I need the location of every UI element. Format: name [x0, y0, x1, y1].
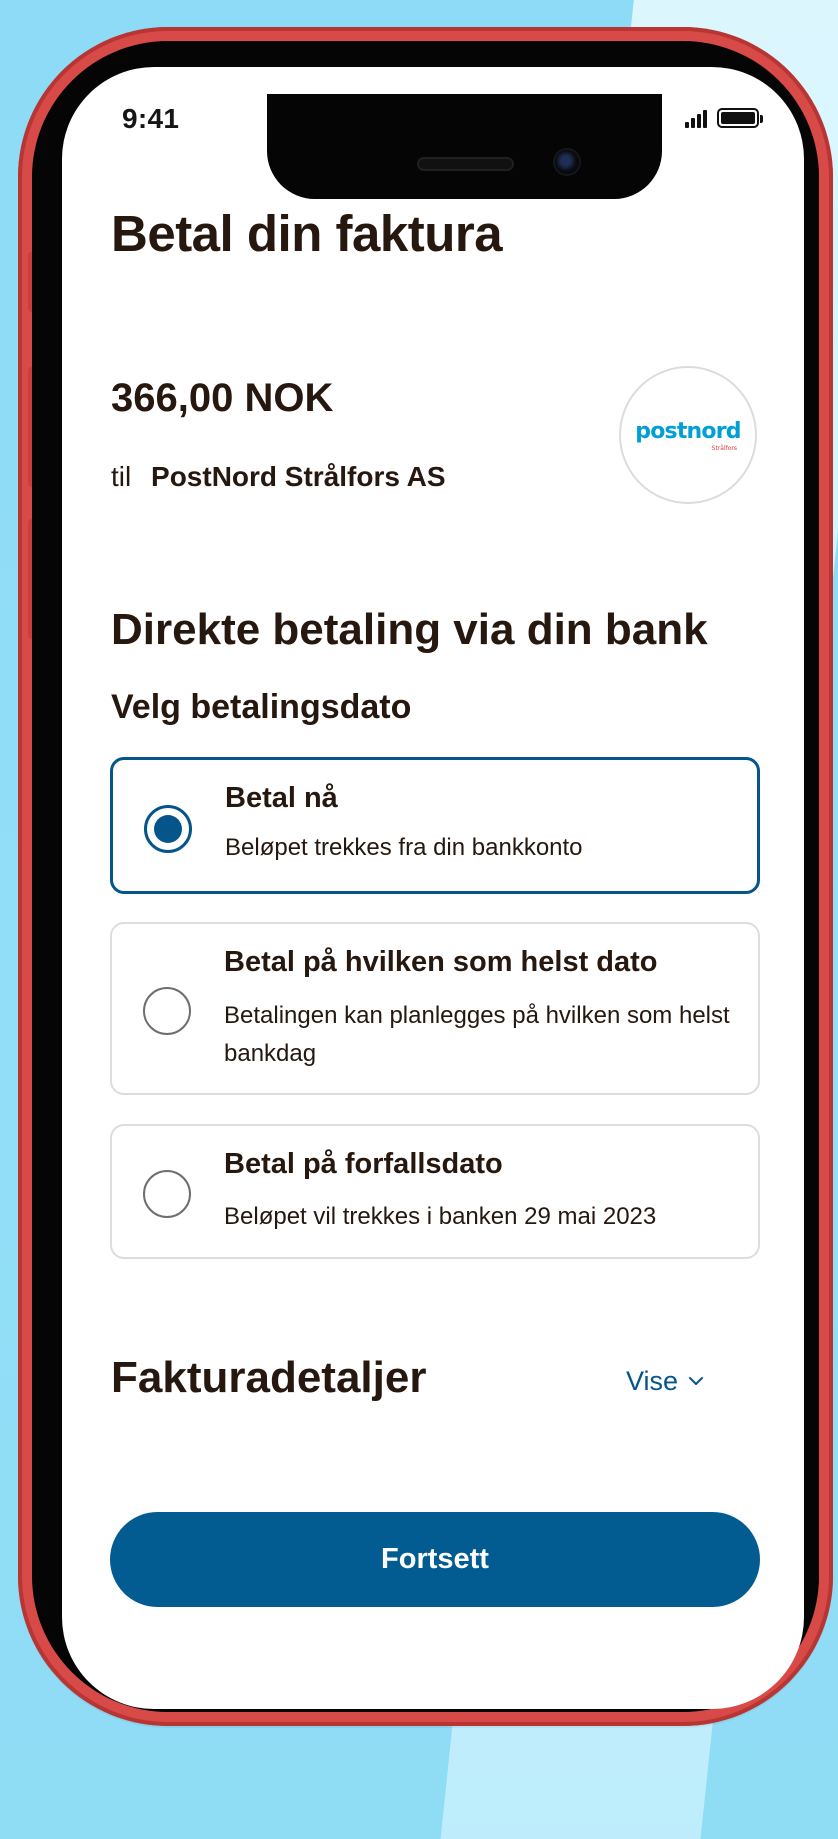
option-title: Betal nå [225, 782, 338, 814]
recipient-prefix: til [111, 461, 132, 492]
camera-notch [267, 94, 662, 199]
option-description: Betalingen kan planlegges på hvilken som… [224, 1002, 730, 1067]
chevron-down-icon [689, 1377, 704, 1385]
option-title: Betal på hvilken som helst dato [224, 946, 658, 978]
invoice-details-heading: Fakturadetaljer [111, 1353, 427, 1402]
continue-button[interactable]: Fortsett [110, 1512, 760, 1607]
battery-icon [717, 108, 763, 128]
front-camera [555, 150, 579, 174]
payment-option-pay-now[interactable]: Betal nå Beløpet trekkes fra din bankkon… [110, 757, 760, 894]
details-toggle-label: Vise [626, 1366, 679, 1396]
details-toggle-link[interactable]: Vise [626, 1364, 704, 1398]
radio-button-unselected[interactable] [143, 1170, 191, 1218]
invoice-amount: 366,00 NOK [111, 376, 334, 420]
option-description: Beløpet trekkes fra din bankkonto [225, 834, 583, 861]
payment-section-heading: Direkte betaling via din bank [111, 605, 708, 654]
page-title: Betal din faktura [111, 205, 503, 262]
logo-word: postnord [635, 419, 741, 444]
speaker-grille [417, 157, 514, 171]
app-background: 9:41 Betal din faktura 366,00 NOK til Po… [0, 0, 838, 1839]
payment-option-any-date[interactable]: Betal på hvilken som helst dato Betaling… [110, 922, 760, 1095]
recipient-name: PostNord Strålfors AS [151, 461, 446, 492]
option-title: Betal på forfallsdato [224, 1148, 503, 1180]
radio-button-selected[interactable] [144, 805, 192, 853]
payment-date-label: Velg betalingsdato [111, 688, 412, 726]
recipient-logo: postnord Strålfors [619, 366, 757, 504]
invoice-recipient: til PostNord Strålfors AS [111, 459, 446, 495]
logo-subtext: Strålfors [711, 445, 737, 452]
status-time: 9:41 [122, 103, 180, 134]
payment-option-due-date[interactable]: Betal på forfallsdato Beløpet vil trekke… [110, 1124, 760, 1259]
status-icons [685, 104, 763, 128]
radio-button-unselected[interactable] [143, 987, 191, 1035]
radio-dot [154, 815, 182, 843]
signal-bars-icon [685, 108, 707, 128]
option-description: Beløpet vil trekkes i banken 29 mai 2023 [224, 1203, 657, 1230]
